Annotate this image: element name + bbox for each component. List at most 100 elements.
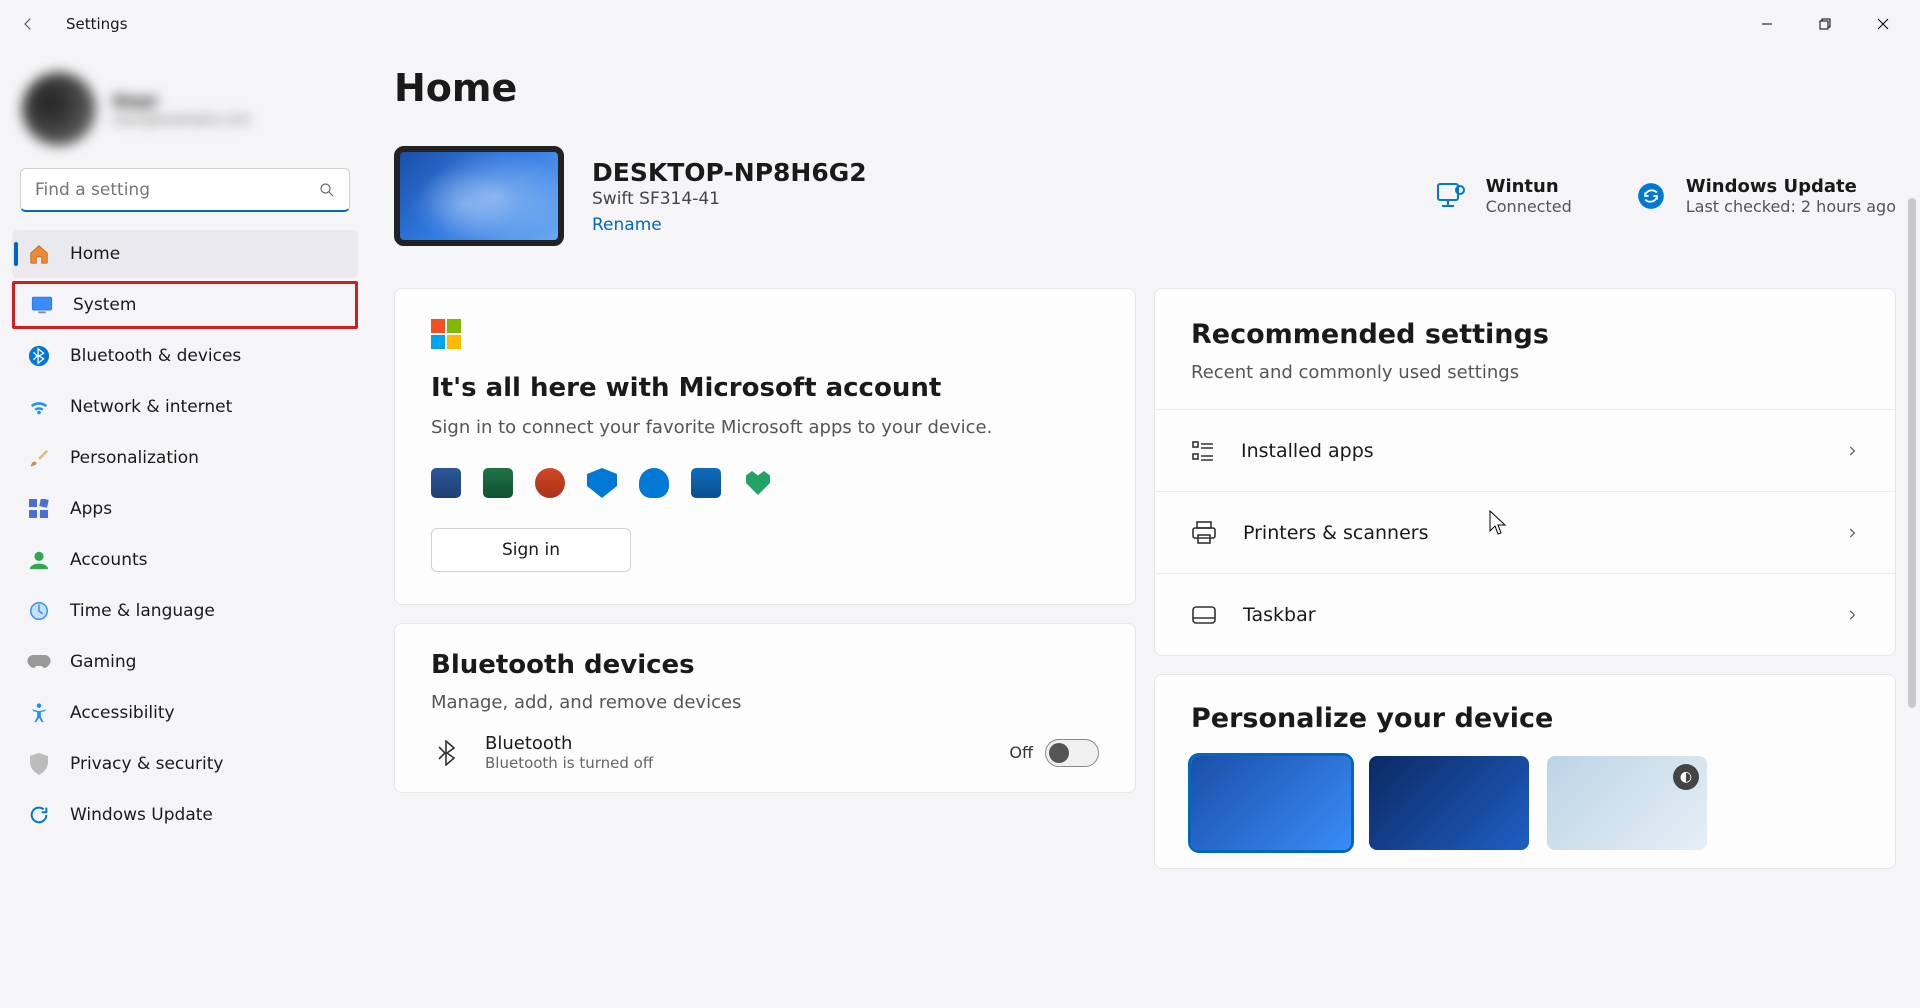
nav-label: Apps xyxy=(70,499,112,519)
bluetooth-glyph-icon xyxy=(431,740,461,766)
wifi-icon xyxy=(26,394,52,420)
account-block[interactable]: User user@example.com xyxy=(12,64,358,168)
recommended-item-label: Printers & scanners xyxy=(1243,522,1428,544)
device-info: DESKTOP-NP8H6G2 Swift SF314-41 Rename xyxy=(592,158,867,235)
recommended-item-printers[interactable]: Printers & scanners xyxy=(1155,491,1895,573)
nav-network[interactable]: Network & internet xyxy=(12,383,358,431)
ms-account-title: It's all here with Microsoft account xyxy=(431,373,1099,403)
scrollbar-thumb[interactable] xyxy=(1908,198,1916,708)
gamepad-icon xyxy=(26,649,52,675)
powerpoint-icon xyxy=(535,468,565,498)
excel-icon xyxy=(483,468,513,498)
theme-row: ◐ xyxy=(1191,756,1859,850)
ms-account-card: It's all here with Microsoft account Sig… xyxy=(394,288,1136,605)
globe-clock-icon xyxy=(26,598,52,624)
nav-apps[interactable]: Apps xyxy=(12,485,358,533)
nav-bluetooth[interactable]: Bluetooth & devices xyxy=(12,332,358,380)
arrow-left-icon xyxy=(19,15,37,33)
close-button[interactable] xyxy=(1854,4,1912,44)
chevron-right-icon xyxy=(1845,608,1859,622)
avatar xyxy=(22,72,96,146)
update-status[interactable]: Windows Update Last checked: 2 hours ago xyxy=(1634,176,1896,216)
titlebar: Settings xyxy=(0,0,1920,48)
window-title: Settings xyxy=(66,15,128,33)
nav-home[interactable]: Home xyxy=(12,230,358,278)
microsoft-logo-icon xyxy=(431,319,461,349)
recommended-card: Recommended settings Recent and commonly… xyxy=(1154,288,1896,656)
recommended-item-label: Installed apps xyxy=(1241,440,1374,462)
recommended-sub: Recent and commonly used settings xyxy=(1191,362,1859,383)
network-label: Wintun xyxy=(1486,176,1572,197)
scrollbar[interactable] xyxy=(1908,198,1916,1004)
recommended-item-taskbar[interactable]: Taskbar xyxy=(1155,573,1895,655)
taskbar-icon xyxy=(1191,605,1217,625)
bluetooth-card: Bluetooth devices Manage, add, and remov… xyxy=(394,623,1136,793)
device-name: DESKTOP-NP8H6G2 xyxy=(592,158,867,187)
nav-gaming[interactable]: Gaming xyxy=(12,638,358,686)
update-icon xyxy=(26,802,52,828)
nav-system[interactable]: System xyxy=(12,281,358,329)
person-icon xyxy=(26,547,52,573)
sign-in-button[interactable]: Sign in xyxy=(431,528,631,572)
search-input[interactable] xyxy=(20,168,350,212)
device-thumbnail xyxy=(394,146,564,246)
recommended-item-label: Taskbar xyxy=(1243,604,1316,626)
app-icons-row xyxy=(431,468,1099,498)
onedrive-icon xyxy=(639,468,669,498)
maximize-button[interactable] xyxy=(1796,4,1854,44)
nav-label: Bluetooth & devices xyxy=(70,346,241,366)
nav-label: Home xyxy=(70,244,120,264)
account-name: User xyxy=(112,91,251,112)
printer-icon xyxy=(1191,521,1217,545)
recommended-title: Recommended settings xyxy=(1191,319,1859,350)
nav-label: Privacy & security xyxy=(70,754,224,774)
sync-icon xyxy=(1634,179,1668,213)
bluetooth-row-label: Bluetooth xyxy=(485,733,653,754)
nav-label: Gaming xyxy=(70,652,136,672)
nav-windows-update[interactable]: Windows Update xyxy=(12,791,358,839)
device-model: Swift SF314-41 xyxy=(592,189,867,209)
apps-icon xyxy=(26,496,52,522)
network-status[interactable]: Wintun Connected xyxy=(1434,176,1572,216)
nav-label: Windows Update xyxy=(70,805,213,825)
word-icon xyxy=(431,468,461,498)
device-row: DESKTOP-NP8H6G2 Swift SF314-41 Rename Wi… xyxy=(394,146,1896,246)
bluetooth-toggle-row: Bluetooth Bluetooth is turned off Off xyxy=(395,713,1135,792)
theme-option-3[interactable]: ◐ xyxy=(1547,756,1707,850)
bluetooth-toggle-state: Off xyxy=(1009,743,1033,762)
sidebar: User user@example.com Home System Blueto… xyxy=(0,48,370,1008)
contrast-badge-icon: ◐ xyxy=(1673,764,1699,790)
nav-personalization[interactable]: Personalization xyxy=(12,434,358,482)
personalize-title: Personalize your device xyxy=(1191,703,1859,734)
bluetooth-toggle[interactable] xyxy=(1045,739,1099,767)
nav-time-language[interactable]: Time & language xyxy=(12,587,358,635)
update-sub: Last checked: 2 hours ago xyxy=(1686,197,1896,216)
nav-label: Time & language xyxy=(70,601,215,621)
nav-accessibility[interactable]: Accessibility xyxy=(12,689,358,737)
update-label: Windows Update xyxy=(1686,176,1896,197)
defender-icon xyxy=(587,468,617,498)
nav-label: Accessibility xyxy=(70,703,175,723)
bluetooth-sub: Manage, add, and remove devices xyxy=(431,692,1099,713)
brush-icon xyxy=(26,445,52,471)
theme-option-2[interactable] xyxy=(1369,756,1529,850)
ms-account-sub: Sign in to connect your favorite Microso… xyxy=(431,417,1099,438)
minimize-button[interactable] xyxy=(1738,4,1796,44)
nav-privacy[interactable]: Privacy & security xyxy=(12,740,358,788)
window-controls xyxy=(1738,4,1912,44)
family-icon xyxy=(743,468,773,498)
system-icon xyxy=(29,292,55,318)
personalize-card: Personalize your device ◐ xyxy=(1154,674,1896,869)
rename-link[interactable]: Rename xyxy=(592,215,662,235)
home-icon xyxy=(26,241,52,267)
search-box xyxy=(20,168,350,212)
bluetooth-title: Bluetooth devices xyxy=(431,650,1099,680)
nav: Home System Bluetooth & devices Network … xyxy=(12,230,358,839)
nav-label: Personalization xyxy=(70,448,199,468)
theme-option-1[interactable] xyxy=(1191,756,1351,850)
recommended-item-installed-apps[interactable]: Installed apps xyxy=(1155,409,1895,491)
nav-label: Accounts xyxy=(70,550,148,570)
nav-accounts[interactable]: Accounts xyxy=(12,536,358,584)
shield-icon xyxy=(26,751,52,777)
back-button[interactable] xyxy=(8,4,48,44)
